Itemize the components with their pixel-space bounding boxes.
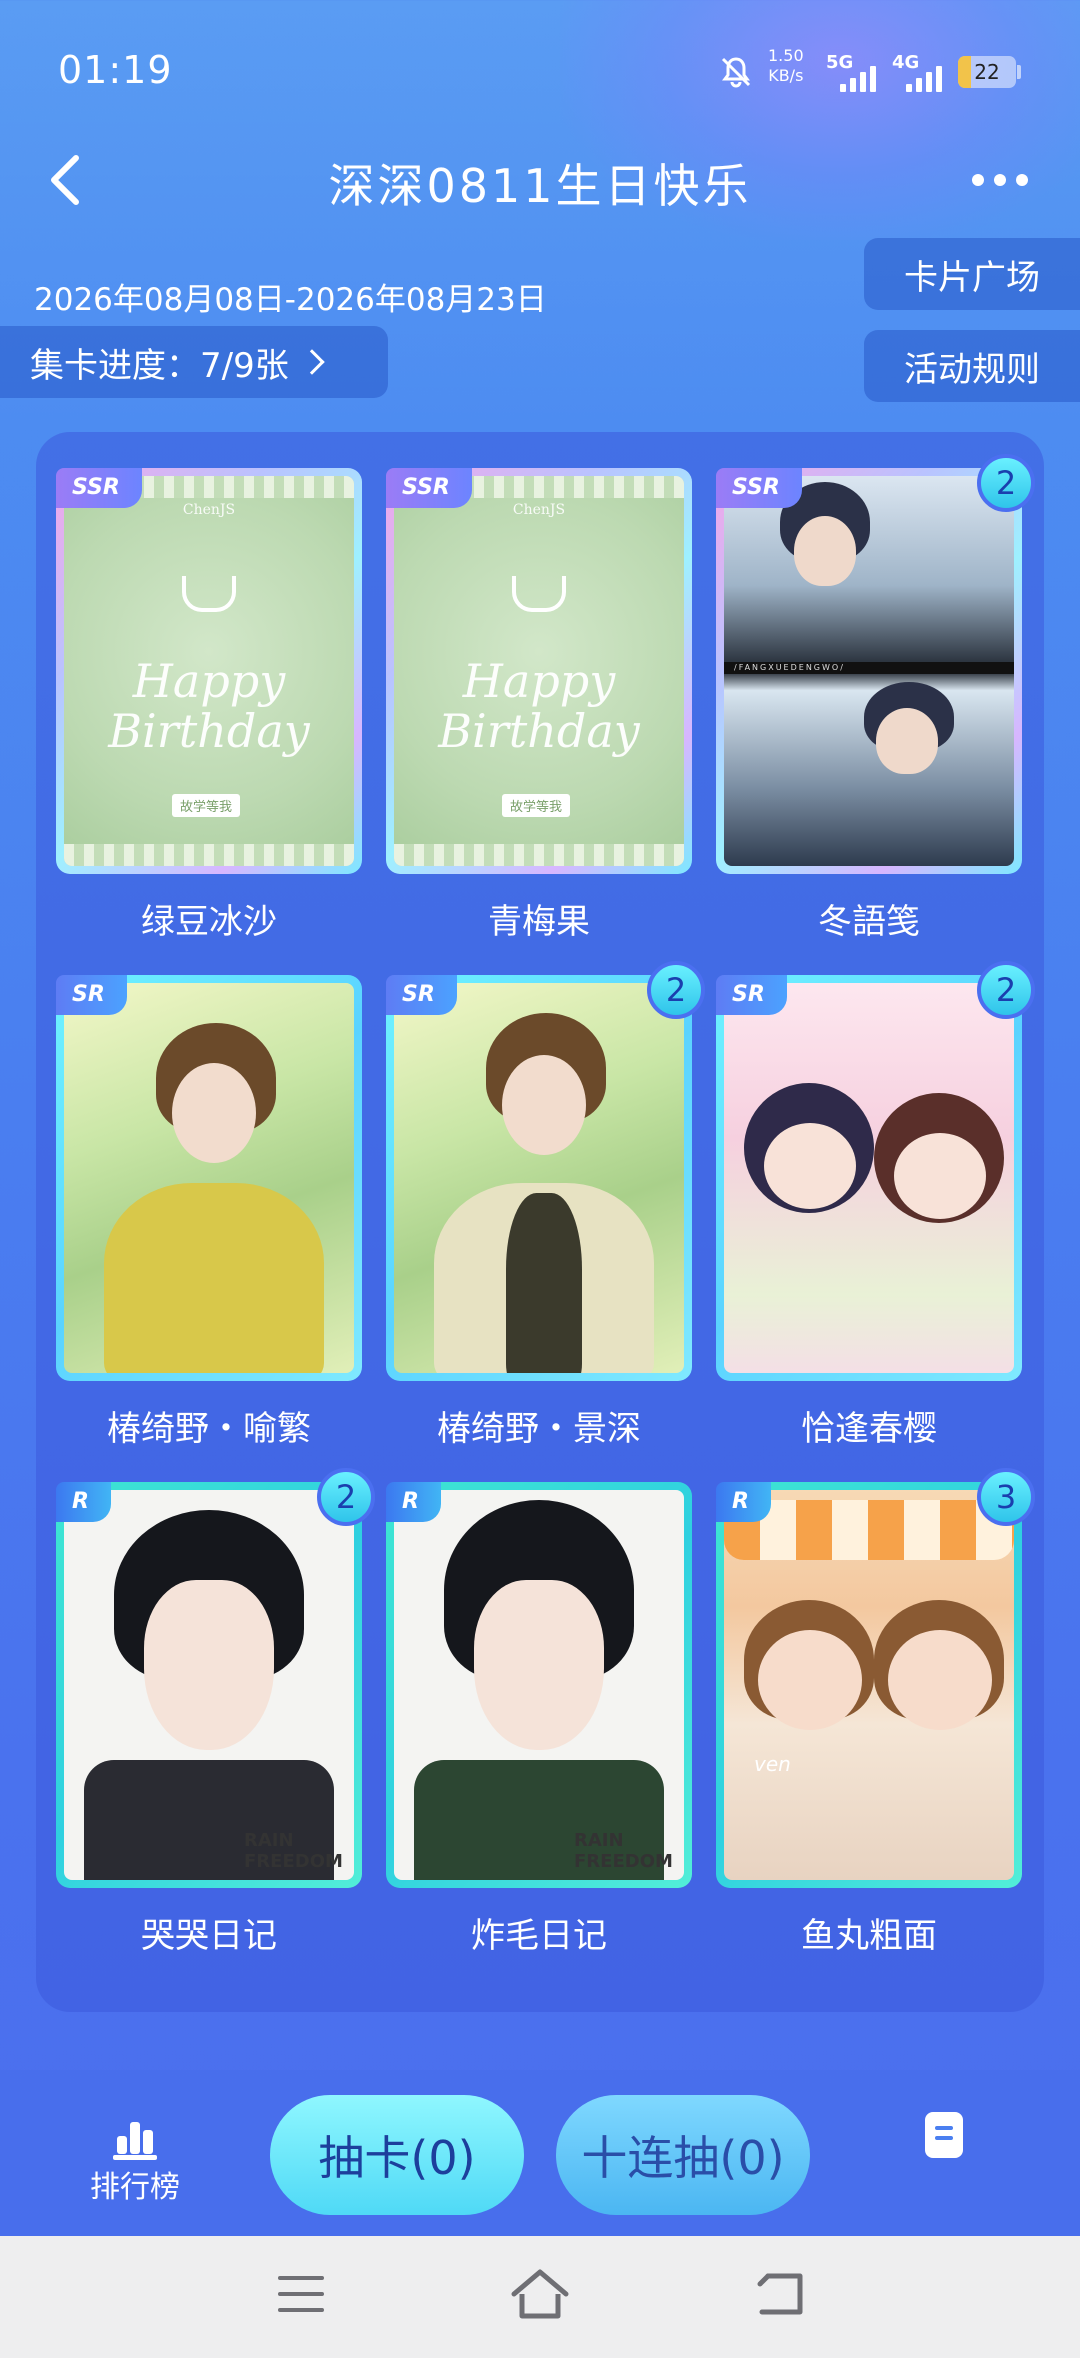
art-stripe xyxy=(394,844,684,866)
art-logo-text: RAIN FREEDOM xyxy=(244,1830,343,1872)
card-8[interactable]: RAIN FREEDOM R xyxy=(386,1482,692,1888)
art-greeting: Happy Birthday xyxy=(108,654,310,758)
card-name: 椿绮野・喻繁 xyxy=(107,1409,311,1449)
back-icon[interactable] xyxy=(752,2270,808,2318)
mute-bell-icon xyxy=(721,57,751,88)
art-figure xyxy=(794,516,856,586)
tier-badge: SR xyxy=(56,975,127,1015)
card-count-badge: 2 xyxy=(977,454,1035,512)
card-name: 绿豆冰沙 xyxy=(141,902,277,942)
card-art: /FANGXUEDENGWO/ xyxy=(724,476,1014,866)
chevron-right-icon xyxy=(298,349,325,375)
home-icon[interactable] xyxy=(508,2266,572,2322)
teacup-icon xyxy=(182,576,236,612)
tier-badge: SSR xyxy=(386,468,472,508)
art-stamp: 故学等我 xyxy=(502,794,571,817)
art-figure xyxy=(764,1123,856,1209)
ranking-label: 排行榜 xyxy=(90,2170,180,2205)
card-2[interactable]: ChenJS Happy Birthday 故学等我 SSR xyxy=(386,468,692,874)
art-figure xyxy=(104,1183,324,1373)
art-figure xyxy=(876,708,938,774)
tier-badge: SR xyxy=(716,975,787,1015)
card-1[interactable]: ChenJS Happy Birthday 故学等我 SSR xyxy=(56,468,362,874)
art-figure xyxy=(506,1193,582,1373)
page-title: 深深0811生日快乐 xyxy=(328,159,752,213)
tier-badge: SSR xyxy=(56,468,142,508)
signal-bars-icon xyxy=(840,64,876,92)
teacup-icon xyxy=(512,576,566,612)
more-dots-icon[interactable] xyxy=(960,160,1040,200)
collection-progress-label: 集卡进度：7/9张 xyxy=(30,345,289,386)
network-speed: 1.50 KB/s xyxy=(768,46,804,86)
back-arrow-icon[interactable] xyxy=(38,150,98,210)
card-4[interactable]: SR xyxy=(56,975,362,1381)
card-5[interactable]: SR xyxy=(386,975,692,1381)
status-bar: 01:19 1.50 KB/s 5G 4G 22 xyxy=(0,0,1080,140)
art-figure xyxy=(894,1133,986,1219)
card-name: 鱼丸粗面 xyxy=(801,1916,937,1956)
card-name: 冬語笺 xyxy=(818,902,920,942)
tier-badge: SR xyxy=(386,975,457,1015)
battery-icon: 22 xyxy=(958,56,1016,88)
document-icon[interactable] xyxy=(925,2112,963,2158)
status-time: 01:19 xyxy=(58,48,173,92)
art-logo-text: RAIN FREEDOM xyxy=(574,1830,673,1872)
card-art xyxy=(64,983,354,1373)
art-figure xyxy=(144,1580,274,1750)
tier-badge: SSR xyxy=(716,468,802,508)
activity-rules-button[interactable]: 活动规则 xyxy=(864,330,1080,402)
card-name: 椿绮野・景深 xyxy=(437,1409,641,1449)
tier-badge: R xyxy=(716,1482,771,1522)
draw-card-button[interactable]: 抽卡(0) xyxy=(270,2095,524,2215)
card-art: ven xyxy=(724,1490,1014,1880)
tier-badge: R xyxy=(56,1482,111,1522)
art-figure xyxy=(502,1055,586,1155)
card-3[interactable]: /FANGXUEDENGWO/ SSR xyxy=(716,468,1022,874)
card-art xyxy=(394,983,684,1373)
battery-level: 22 xyxy=(974,60,1000,84)
art-figure xyxy=(474,1580,604,1750)
art-figure xyxy=(758,1630,862,1730)
art-figure xyxy=(888,1630,992,1730)
card-name: 哭哭日记 xyxy=(141,1916,277,1956)
speed-unit: KB/s xyxy=(768,66,804,85)
speed-value: 1.50 xyxy=(768,46,804,65)
card-art: RAIN FREEDOM xyxy=(64,1490,354,1880)
card-name: 炸毛日记 xyxy=(471,1916,607,1956)
art-band-text: /FANGXUEDENGWO/ xyxy=(724,662,1014,674)
card-art: ChenJS Happy Birthday 故学等我 xyxy=(64,476,354,866)
ten-draw-button[interactable]: 十连抽(0) xyxy=(556,2095,810,2215)
art-figure xyxy=(172,1063,256,1163)
art-greeting: Happy Birthday xyxy=(438,654,640,758)
card-count-badge: 3 xyxy=(977,1468,1035,1526)
card-name: 青梅果 xyxy=(488,902,590,942)
card-count-badge: 2 xyxy=(977,961,1035,1019)
ranking-button[interactable]: 排行榜 xyxy=(80,2114,190,2206)
ranking-icon xyxy=(113,2114,157,2160)
card-9[interactable]: ven R xyxy=(716,1482,1022,1888)
card-count-badge: 2 xyxy=(317,1468,375,1526)
card-art xyxy=(724,983,1014,1373)
card-plaza-button[interactable]: 卡片广场 xyxy=(864,238,1080,310)
battery-tip xyxy=(1017,65,1021,79)
signal-bars-icon xyxy=(906,64,942,92)
signal-4g: 4G xyxy=(892,52,952,92)
card-7[interactable]: RAIN FREEDOM R xyxy=(56,1482,362,1888)
tier-badge: R xyxy=(386,1482,441,1522)
signal-5g: 5G xyxy=(826,52,886,92)
event-date-range: 2026年08月08日-2026年08月23日 xyxy=(34,282,547,318)
menu-icon[interactable] xyxy=(278,2274,324,2314)
art-stamp: 故学等我 xyxy=(172,794,241,817)
card-art: RAIN FREEDOM xyxy=(394,1490,684,1880)
card-count-badge: 2 xyxy=(647,961,705,1019)
art-ven-text: ven xyxy=(754,1752,791,1776)
card-art: ChenJS Happy Birthday 故学等我 xyxy=(394,476,684,866)
card-name: 恰逢春樱 xyxy=(801,1409,937,1449)
collection-progress-button[interactable]: 集卡进度：7/9张 xyxy=(0,326,388,398)
card-6[interactable]: SR xyxy=(716,975,1022,1381)
art-stripe xyxy=(64,844,354,866)
